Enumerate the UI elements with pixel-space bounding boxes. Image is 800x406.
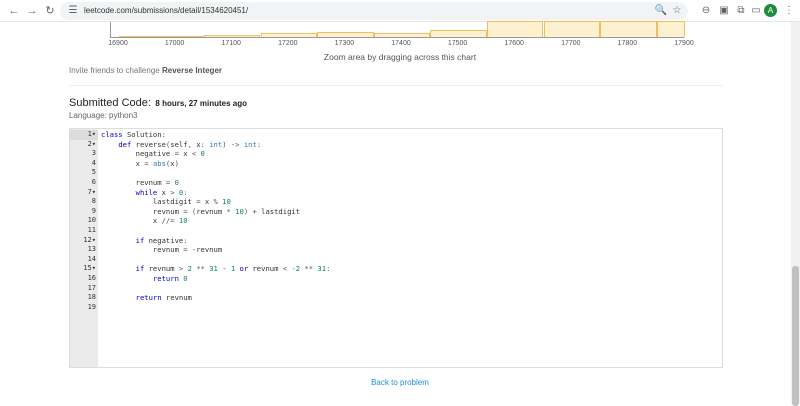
line-number: 5 [91,168,96,177]
sidepanel-icon[interactable]: ▭ [748,3,764,19]
submitted-code-header: Submitted Code: 8 hours, 27 minutes ago [69,93,247,111]
chart-x-tick-label: 17500 [447,40,468,47]
chart-bar[interactable] [600,21,657,37]
chart-bar[interactable] [373,32,431,37]
profile-avatar[interactable]: A [764,4,777,17]
chart-bar[interactable] [203,34,261,37]
menu-icon[interactable]: ⋮ [781,3,797,19]
chart-x-tick-label: 17400 [391,40,411,47]
code-line[interactable]: class Solution: [101,130,166,140]
line-number: 3 [91,149,96,158]
line-number: 9 [91,206,96,215]
scrollbar-thumb[interactable] [792,266,799,406]
line-number: 2▾ [87,139,96,148]
reload-icon[interactable]: ↻ [42,3,58,19]
browser-toolbar: ← → ↻ ☰ leetcode.com/submissions/detail/… [0,0,800,22]
bookmark-star-icon[interactable]: ☆ [670,4,684,18]
submission-time: 8 hours, 27 minutes ago [155,99,247,108]
code-line[interactable]: revnum = 0 [101,178,179,188]
line-number: 15▾ [83,264,96,273]
line-number: 1▾ [70,130,98,140]
forward-arrow-icon[interactable]: → [24,3,40,19]
invite-text: Invite friends to challenge Reverse Inte… [69,66,222,75]
chart-x-tick-label: 17200 [278,40,298,47]
code-line[interactable]: if negative: [101,236,188,246]
language-label: Language: python3 [69,111,138,120]
chart-plot-area[interactable] [110,21,685,38]
back-arrow-icon[interactable]: ← [6,3,22,19]
zoom-icon[interactable]: 🔍 [654,4,668,18]
chart-bar[interactable] [119,35,204,37]
code-line[interactable]: lastdigit = x % 10 [101,197,231,207]
page-scrollbar[interactable] [791,22,800,406]
divider [69,85,723,86]
address-bar[interactable]: ☰ leetcode.com/submissions/detail/153462… [60,2,688,20]
line-number: 11 [87,226,96,234]
code-editor[interactable]: 1▾ class Solution: 2▾ def reverse(self, x:… [69,128,723,368]
line-number: 18 [87,293,96,302]
code-line[interactable]: while x > 0: [101,188,188,198]
line-number: 13 [87,245,96,254]
chart-bar[interactable] [656,21,685,37]
submitted-code-heading: Submitted Code: [69,97,151,109]
line-number: 17 [87,283,96,292]
chart-bar[interactable] [543,21,601,37]
extension-icon[interactable]: ⊖ [698,3,714,19]
line-number: 12▾ [83,235,96,244]
chart-bar[interactable] [486,21,544,37]
chart-bar[interactable] [260,33,318,37]
chart-x-tick-label: 17000 [164,40,185,47]
chart-zoom-hint: Zoom area by dragging across this chart [323,52,477,62]
chart-x-tick-label: 16900 [108,40,128,47]
chart-x-tick-label: 17300 [334,40,355,47]
chart-bar[interactable] [430,29,487,37]
code-line[interactable]: negative = x < 0 [101,149,205,159]
extension-icon[interactable]: ▣ [716,3,732,19]
code-line[interactable]: x //= 10 [101,216,188,226]
code-line[interactable]: if revnum > 2 ** 31 - 1 or revnum < -2 *… [101,264,331,274]
chart-x-tick-label: 17100 [221,40,241,47]
line-number: 6 [91,178,96,186]
runtime-distribution-chart[interactable] [110,21,685,40]
url-text[interactable]: leetcode.com/submissions/detail/15346204… [84,5,248,17]
chart-bar[interactable] [317,32,374,37]
back-to-problem-link[interactable]: Back to problem [371,378,429,387]
line-number: 8 [91,197,96,206]
extensions-puzzle-icon[interactable]: ⧉ [733,3,749,19]
code-line[interactable]: revnum = -revnum [101,245,222,255]
line-number: 16 [87,274,96,282]
invite-prefix: Invite friends to challenge [69,66,160,75]
line-number: 4 [91,158,96,167]
chart-x-tick-label: 17600 [504,40,524,47]
line-number: 19 [87,302,96,311]
chart-x-tick-label: 17900 [674,40,694,47]
line-number: 10 [87,216,96,225]
site-info-icon[interactable]: ☰ [66,4,80,18]
code-line[interactable]: x = abs(x) [101,159,179,169]
code-line[interactable]: def reverse(self, x: int) -> int: [101,140,261,150]
code-line[interactable]: return 0 [101,274,188,284]
code-line[interactable]: revnum = (revnum * 10) + lastdigit [101,207,300,217]
back-to-problem: Back to problem [0,378,800,387]
invite-problem-name: Reverse Integer [161,66,222,75]
chart-x-tick-label: 17700 [561,40,581,47]
code-line[interactable]: return revnum [101,293,192,303]
line-number: 7▾ [87,187,96,196]
line-number: 14 [87,254,96,263]
chart-x-tick-label: 17800 [617,40,638,47]
